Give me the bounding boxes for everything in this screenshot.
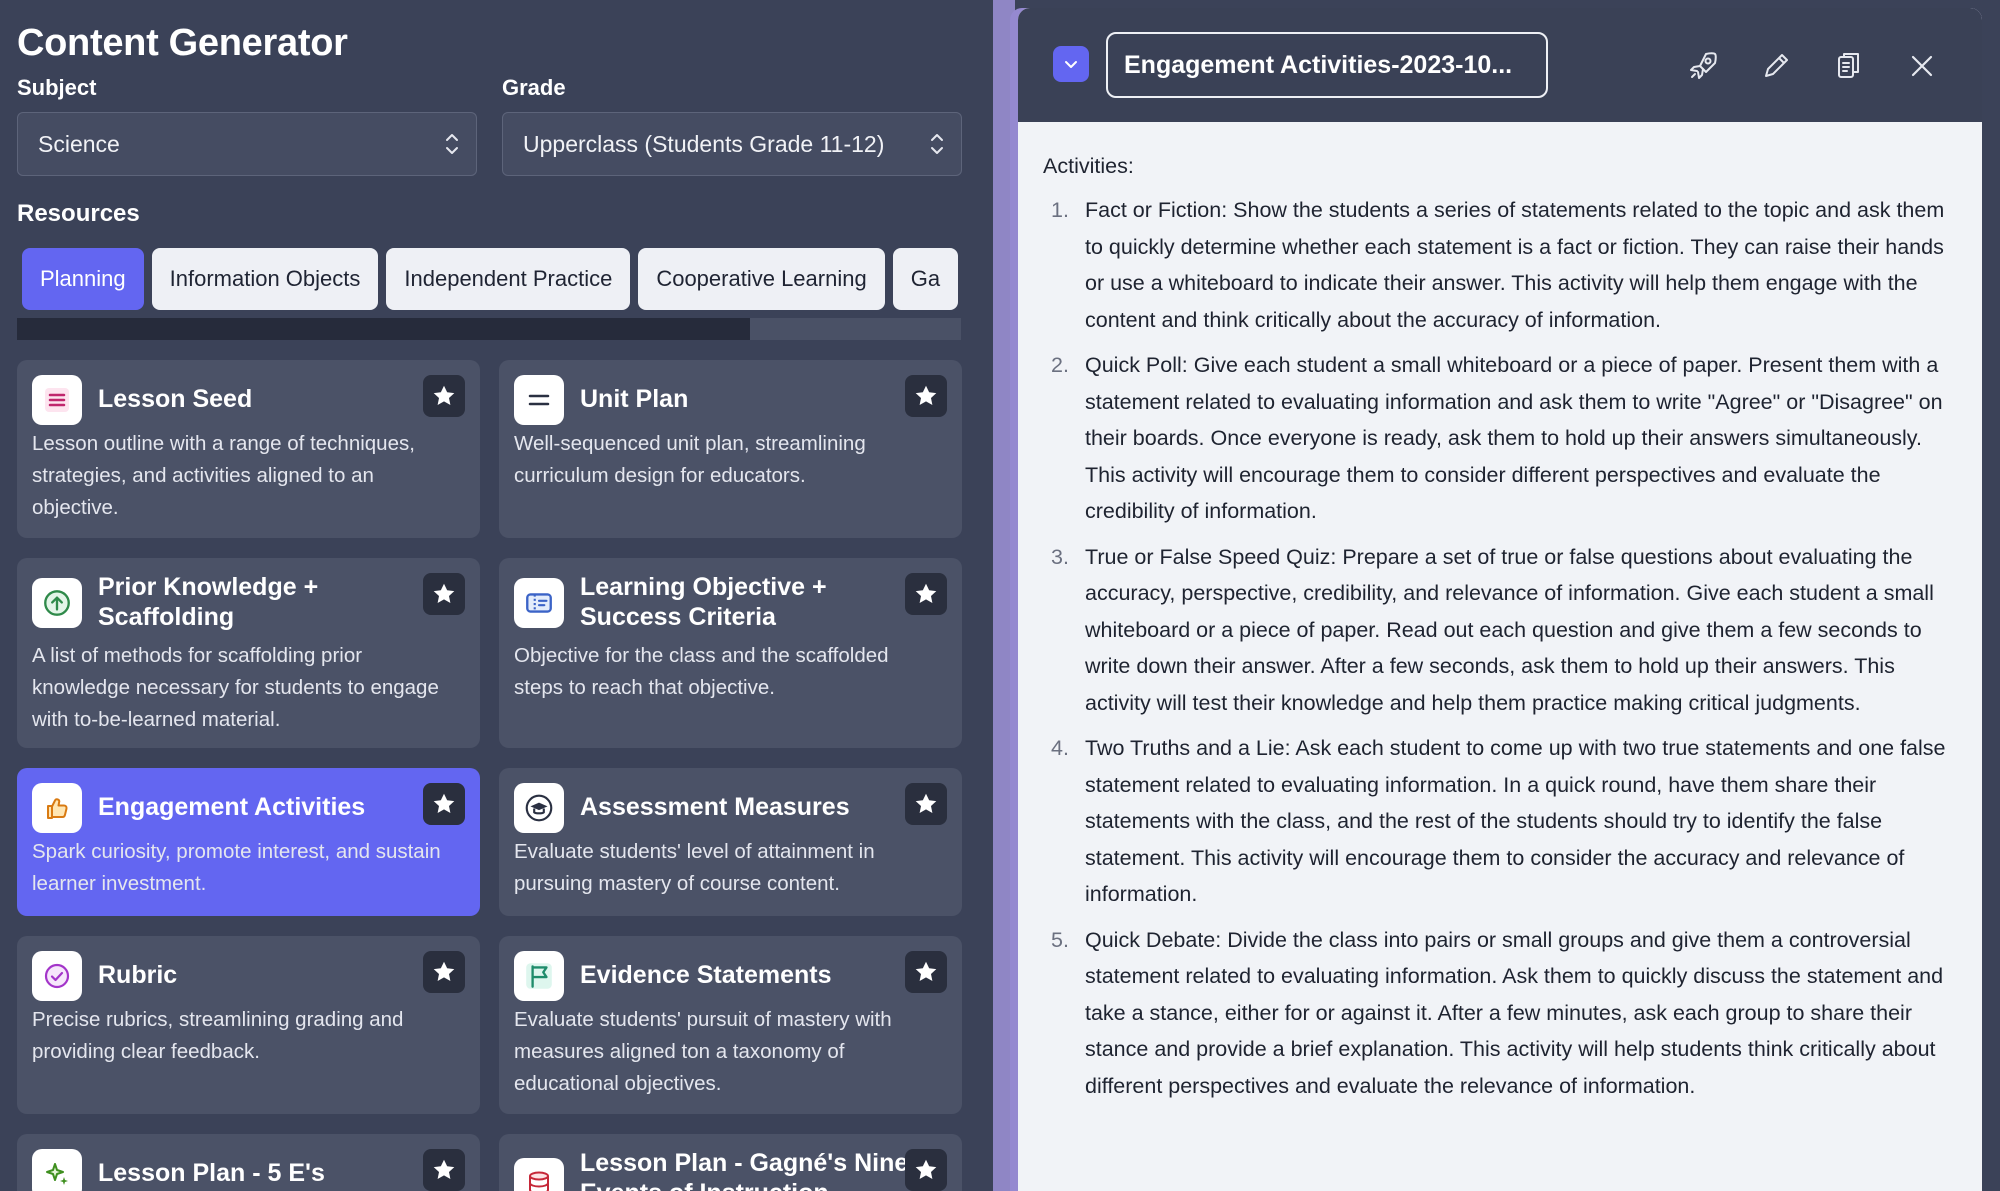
tab-truncated[interactable]: Ga <box>892 248 959 310</box>
sparkle-icon <box>32 1149 82 1191</box>
grade-select-value: Upperclass (Students Grade 11-12) <box>523 130 885 157</box>
document-panel-frame: Engagement Activities-2023-10... Activit… <box>1010 8 1982 1191</box>
star-icon <box>915 793 937 813</box>
card-description: Precise rubrics, streamlining grading an… <box>32 1008 404 1063</box>
card-title: Lesson Plan - 5 E's <box>98 1159 325 1187</box>
favorite-star-button[interactable] <box>423 1149 465 1191</box>
card-assessment-measures[interactable]: Assessment Measures Evaluate students' l… <box>499 768 962 916</box>
document-title-input[interactable]: Engagement Activities-2023-10... <box>1106 32 1548 98</box>
favorite-star-button[interactable] <box>905 573 947 615</box>
collapse-button[interactable] <box>1053 46 1089 82</box>
card-rubric[interactable]: Rubric Precise rubrics, streamlining gra… <box>17 936 480 1114</box>
star-icon <box>433 793 455 813</box>
card-title: Engagement Activities <box>98 793 366 821</box>
card-title: Rubric <box>98 961 178 989</box>
card-evidence-statements[interactable]: Evidence Statements Evaluate students' p… <box>499 936 962 1114</box>
ticket-icon <box>514 578 564 628</box>
star-icon <box>433 961 455 981</box>
tab-independent-practice[interactable]: Independent Practice <box>386 248 631 310</box>
card-title: Evidence Statements <box>580 961 832 989</box>
star-icon <box>915 385 937 405</box>
card-description: Spark curiosity, promote interest, and s… <box>32 840 441 895</box>
resource-tabs: Planning Information Objects Independent… <box>17 248 961 310</box>
star-icon <box>915 1159 937 1179</box>
list-item: 3. True or False Speed Quiz: Prepare a se… <box>1051 544 1934 715</box>
card-lesson-seed[interactable]: Lesson Seed Lesson outline with a range … <box>17 360 480 538</box>
card-prior-knowledge[interactable]: Prior Knowledge + Scaffolding A list of … <box>17 558 480 748</box>
star-icon <box>433 1159 455 1179</box>
equals-icon <box>514 375 564 425</box>
favorite-star-button[interactable] <box>423 375 465 417</box>
card-learning-objective[interactable]: Learning Objective + Success Criteria Ob… <box>499 558 962 748</box>
card-description: Lesson outline with a range of technique… <box>32 432 415 519</box>
favorite-star-button[interactable] <box>905 951 947 993</box>
chevron-down-icon <box>1065 61 1077 68</box>
favorite-star-button[interactable] <box>423 783 465 825</box>
subject-label: Subject <box>17 75 97 100</box>
resources-heading: Resources <box>17 200 140 227</box>
star-icon <box>915 583 937 603</box>
database-icon <box>514 1158 564 1191</box>
grade-select[interactable]: Upperclass (Students Grade 11-12) <box>502 112 962 176</box>
close-icon[interactable] <box>1904 48 1940 84</box>
card-description: Objective for the class and the scaffold… <box>514 644 889 699</box>
activities-list: 1. Fact or Fiction: Show the students a s… <box>1043 192 1963 1104</box>
favorite-star-button[interactable] <box>905 1149 947 1191</box>
arrow-up-circle-icon <box>32 578 82 628</box>
card-title: Unit Plan <box>580 385 689 413</box>
favorite-star-button[interactable] <box>905 375 947 417</box>
card-title: Assessment Measures <box>580 793 850 821</box>
tab-information-objects[interactable]: Information Objects <box>151 248 379 310</box>
list-item: 2. Quick Poll: Give each student a small … <box>1051 353 1943 523</box>
card-lesson-plan-5es[interactable]: Lesson Plan - 5 E's <box>17 1134 480 1191</box>
favorite-star-button[interactable] <box>905 783 947 825</box>
card-unit-plan[interactable]: Unit Plan Well-sequenced unit plan, stre… <box>499 360 962 538</box>
card-title: Prior Knowledge + Scaffolding <box>98 573 319 631</box>
star-icon <box>915 961 937 981</box>
card-description: Well-sequenced unit plan, streamlining c… <box>514 432 866 487</box>
resource-panel: Content Generator Subject Science Grade … <box>0 0 993 1191</box>
flag-icon <box>514 951 564 1001</box>
card-lesson-plan-gagne[interactable]: Lesson Plan - Gagné's Nine Events of Ins… <box>499 1134 962 1191</box>
tab-planning[interactable]: Planning <box>22 248 144 310</box>
card-title: Lesson Plan - Gagné's Nine Events of Ins… <box>580 1149 909 1191</box>
document-panel: Engagement Activities-2023-10... Activit… <box>1018 8 1982 1191</box>
updown-chevron-icon <box>931 134 943 154</box>
document-header: Engagement Activities-2023-10... <box>1018 8 1982 122</box>
clipboard-copy-icon[interactable] <box>1831 48 1867 84</box>
graduation-cap-icon <box>514 783 564 833</box>
check-circle-icon <box>32 951 82 1001</box>
card-description: A list of methods for scaffolding prior … <box>32 644 439 731</box>
star-icon <box>433 583 455 603</box>
tabs-scrollbar-thumb[interactable] <box>17 318 750 340</box>
thumbs-up-icon <box>32 783 82 833</box>
list-item: 1. Fact or Fiction: Show the students a s… <box>1051 198 1945 332</box>
card-engagement-activities[interactable]: Engagement Activities Spark curiosity, p… <box>17 768 480 916</box>
pencil-icon[interactable] <box>1758 48 1794 84</box>
card-title: Lesson Seed <box>98 385 253 413</box>
favorite-star-button[interactable] <box>423 951 465 993</box>
card-description: Evaluate students' level of attainment i… <box>514 840 875 895</box>
star-icon <box>433 385 455 405</box>
rocket-icon[interactable] <box>1685 48 1721 84</box>
updown-chevron-icon <box>446 134 458 154</box>
page-title: Content Generator <box>17 22 348 64</box>
document-body: Activities: 1. Fact or Fiction: Show the … <box>1043 148 1963 1113</box>
tab-cooperative-learning[interactable]: Cooperative Learning <box>638 248 885 310</box>
grade-label: Grade <box>502 75 566 100</box>
list-icon <box>32 375 82 425</box>
activities-heading: Activities: <box>1043 154 1134 178</box>
card-description: Evaluate students' pursuit of mastery wi… <box>514 1008 892 1095</box>
favorite-star-button[interactable] <box>423 573 465 615</box>
subject-select[interactable]: Science <box>17 112 477 176</box>
list-item: 5. Quick Debate: Divide the class into pa… <box>1051 927 1944 1098</box>
list-item: 4. Two Truths and a Lie: Ask each student… <box>1051 736 1946 906</box>
subject-select-value: Science <box>38 130 120 157</box>
card-title: Learning Objective + Success Criteria <box>580 573 827 631</box>
